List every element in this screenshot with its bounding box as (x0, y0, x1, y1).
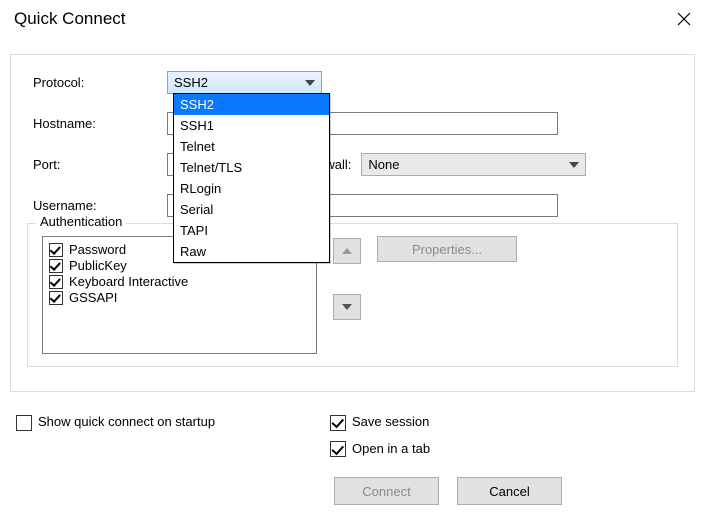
open-tab-checkbox[interactable]: Open in a tab (330, 441, 430, 458)
move-up-button[interactable] (333, 238, 361, 264)
port-label: Port: (27, 157, 167, 172)
protocol-option[interactable]: TAPI (174, 220, 329, 241)
auth-item-label: PublicKey (69, 258, 127, 273)
protocol-option[interactable]: Serial (174, 199, 329, 220)
save-session-label: Save session (352, 414, 429, 429)
close-button[interactable] (673, 8, 695, 30)
open-tab-label: Open in a tab (352, 441, 430, 456)
chevron-down-icon (305, 80, 315, 86)
protocol-label: Protocol: (27, 75, 167, 90)
properties-button-label: Properties... (412, 242, 482, 257)
chevron-down-icon (569, 162, 579, 168)
triangle-up-icon (342, 248, 352, 254)
connect-button[interactable]: Connect (334, 477, 439, 505)
checkbox-icon (49, 243, 63, 257)
firewall-select-value: None (368, 157, 399, 172)
protocol-option[interactable]: Telnet/TLS (174, 157, 329, 178)
cancel-button[interactable]: Cancel (457, 477, 562, 505)
connect-button-label: Connect (362, 484, 410, 499)
auth-item-label: Keyboard Interactive (69, 274, 188, 289)
triangle-down-icon (342, 304, 352, 310)
close-icon (677, 12, 691, 26)
save-session-checkbox[interactable]: Save session (330, 414, 430, 431)
show-startup-checkbox[interactable]: Show quick connect on startup (16, 414, 215, 429)
checkbox-icon (330, 415, 346, 431)
protocol-option[interactable]: SSH2 (174, 94, 329, 115)
protocol-select-value: SSH2 (174, 75, 208, 90)
hostname-label: Hostname: (27, 116, 167, 131)
protocol-option[interactable]: Telnet (174, 136, 329, 157)
username-label: Username: (27, 198, 167, 213)
connection-group: Protocol: SSH2 Hostname: Port: Firewall:… (10, 54, 695, 392)
cancel-button-label: Cancel (489, 484, 529, 499)
protocol-option[interactable]: SSH1 (174, 115, 329, 136)
protocol-select[interactable]: SSH2 (167, 71, 322, 94)
protocol-option[interactable]: RLogin (174, 178, 329, 199)
move-down-button[interactable] (333, 294, 361, 320)
checkbox-icon (49, 259, 63, 273)
checkbox-icon (16, 415, 32, 431)
properties-button[interactable]: Properties... (377, 236, 517, 262)
auth-item[interactable]: GSSAPI (49, 290, 310, 305)
checkbox-icon (49, 291, 63, 305)
auth-item[interactable]: Keyboard Interactive (49, 274, 310, 289)
auth-item-label: GSSAPI (69, 290, 117, 305)
firewall-select[interactable]: None (361, 153, 586, 176)
show-startup-label: Show quick connect on startup (38, 414, 215, 429)
checkbox-icon (330, 441, 346, 457)
checkbox-icon (49, 275, 63, 289)
auth-item-label: Password (69, 242, 126, 257)
authentication-legend: Authentication (36, 214, 126, 229)
protocol-dropdown-list[interactable]: SSH2 SSH1 Telnet Telnet/TLS RLogin Seria… (173, 93, 330, 263)
authentication-group: Authentication Password PublicKey Keyboa… (27, 223, 678, 367)
protocol-option[interactable]: Raw (174, 241, 329, 262)
window-title: Quick Connect (14, 9, 126, 29)
